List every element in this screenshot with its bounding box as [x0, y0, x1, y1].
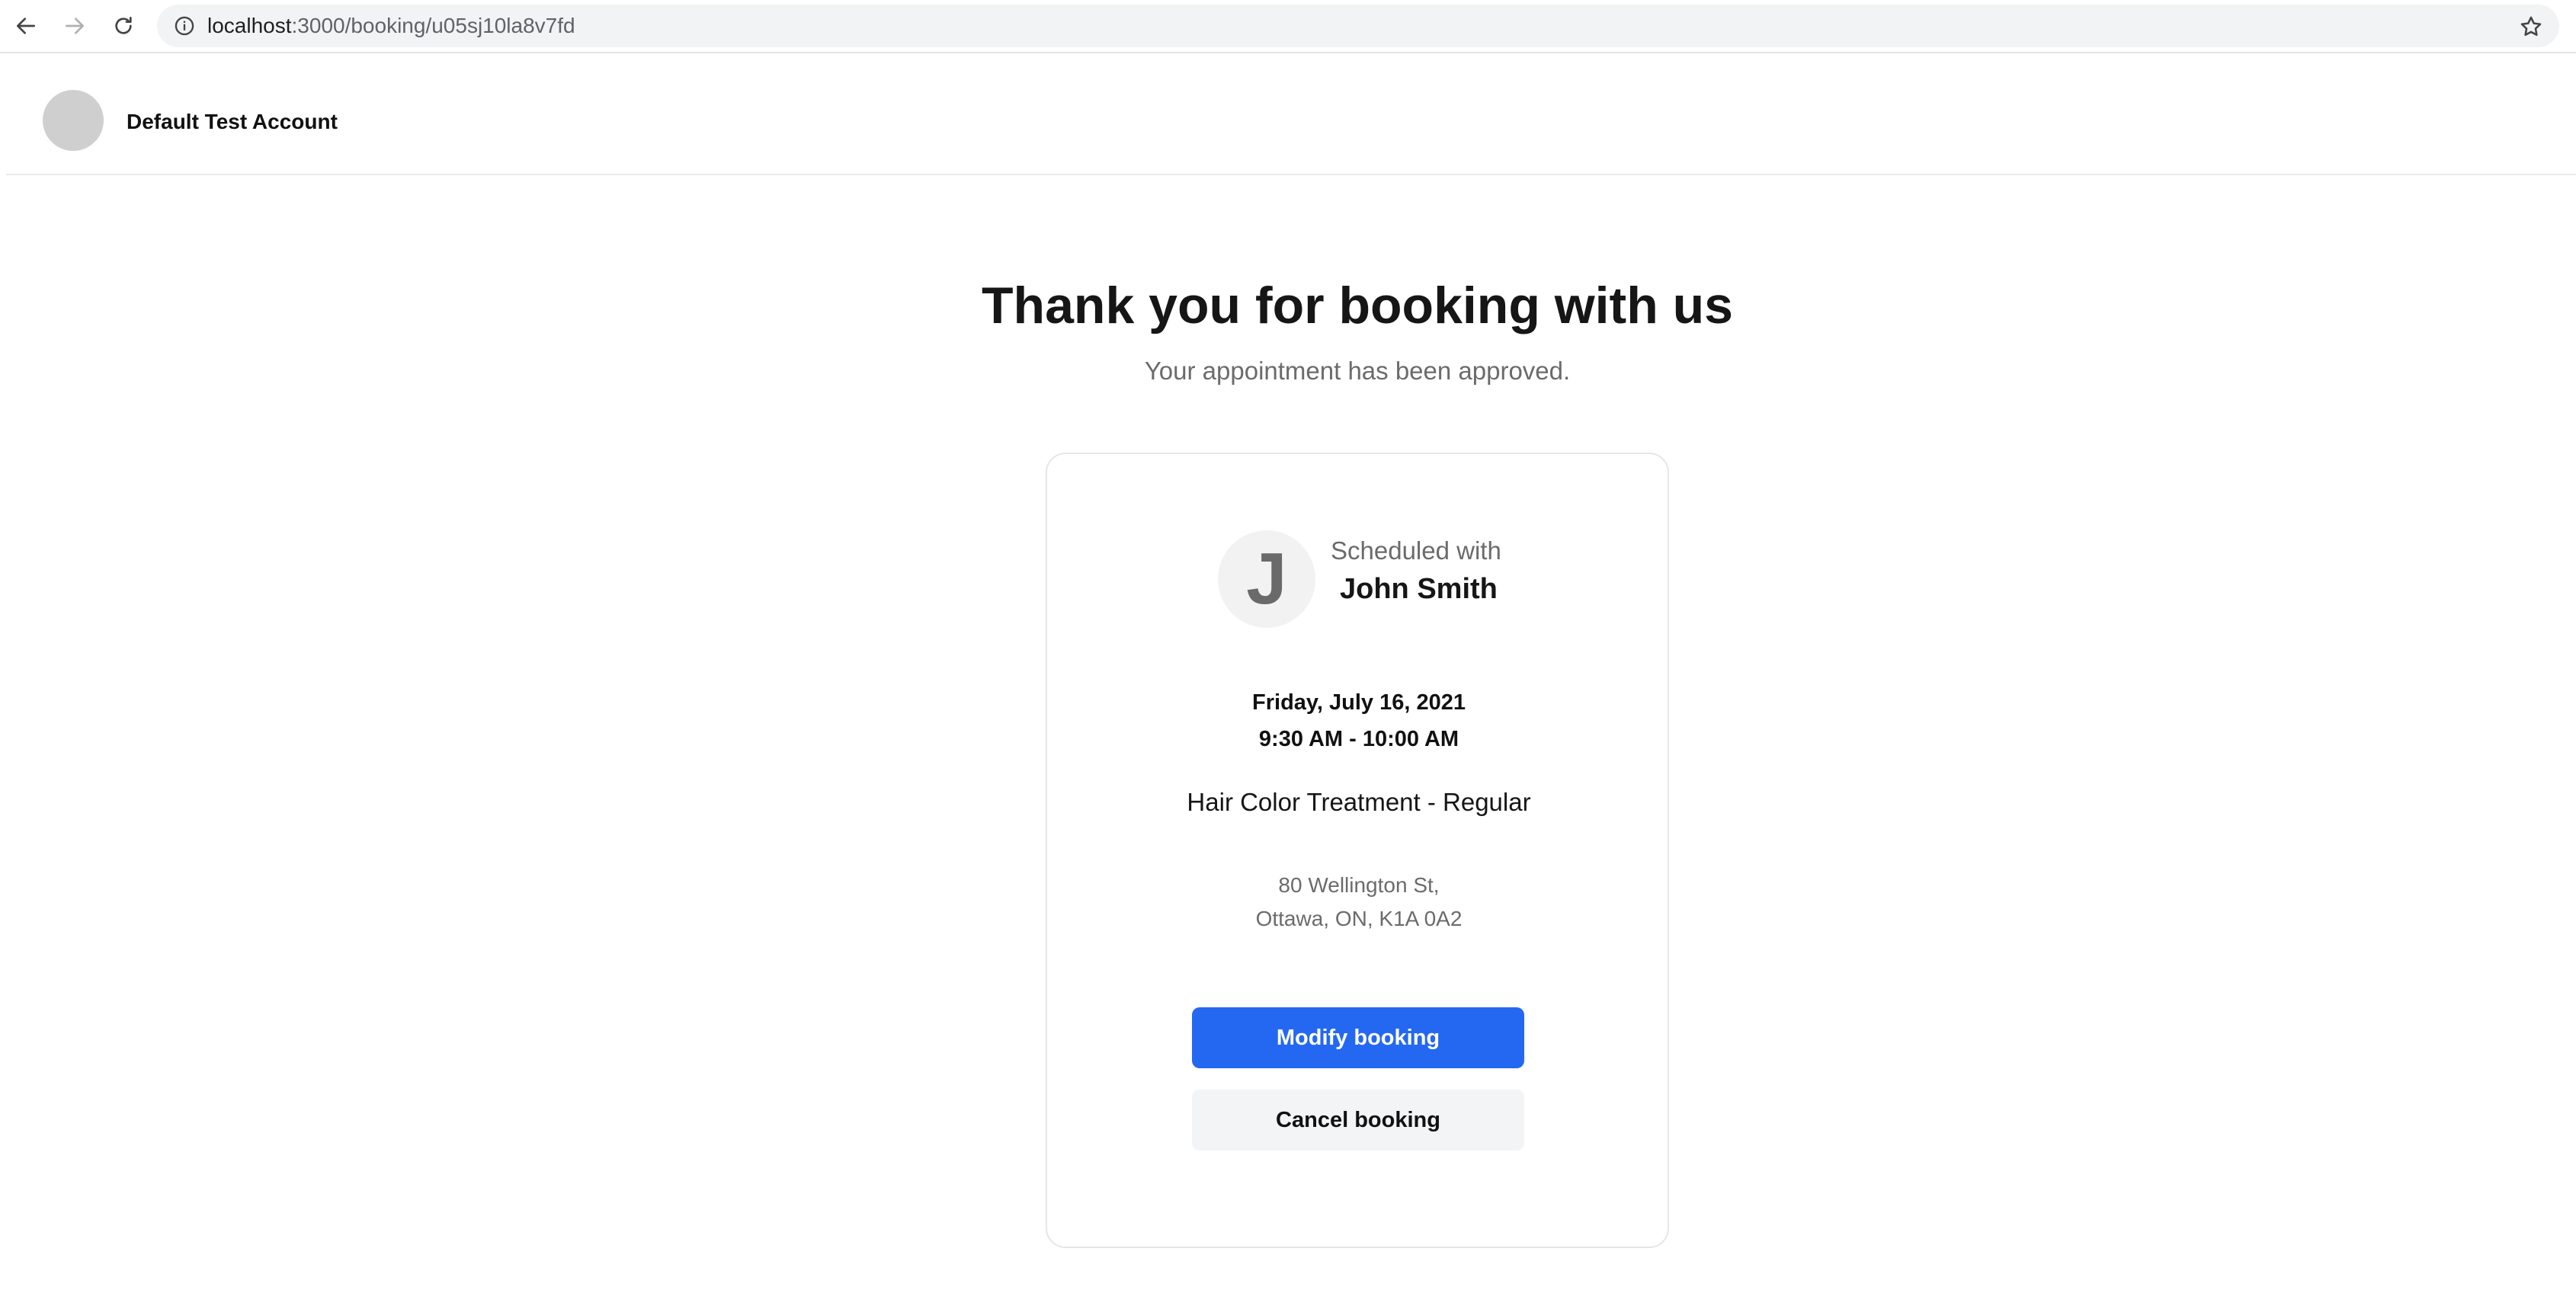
address-line-2: Ottawa, ON, K1A 0A2 [1255, 907, 1463, 930]
star-icon[interactable] [2518, 14, 2544, 40]
back-button[interactable] [9, 9, 43, 43]
modify-booking-button[interactable]: Modify booking [1192, 1007, 1524, 1068]
page-subtitle: Your appointment has been approved. [1144, 357, 1571, 385]
page-title: Thank you for booking with us [982, 277, 1733, 335]
page-header: Default Test Account [6, 55, 2576, 175]
arrow-left-icon [17, 18, 35, 34]
forward-button[interactable] [58, 9, 91, 43]
address-line-1: 80 Wellington St, [1278, 873, 1440, 897]
cancel-booking-button[interactable]: Cancel booking [1192, 1090, 1524, 1151]
reload-button[interactable] [107, 9, 140, 43]
booking-date: Friday, July 16, 2021 [1252, 690, 1466, 715]
scheduled-with-label: Scheduled with [1331, 536, 1501, 565]
host-name: John Smith [1340, 573, 1498, 605]
booking-time: 9:30 AM - 10:00 AM [1258, 727, 1459, 751]
reload-icon [115, 17, 132, 34]
arrow-right-icon [66, 18, 84, 34]
service-name: Hair Color Treatment - Regular [1187, 788, 1531, 816]
account-name: Default Test Account [127, 110, 338, 133]
url-path: :3000/booking/u05sj10la8v7fd [291, 14, 575, 37]
host-avatar: J [1218, 530, 1315, 628]
address-bar[interactable]: localhost:3000/booking/u05sj10la8v7fd [157, 5, 2559, 47]
info-icon[interactable] [174, 15, 195, 37]
browser-toolbar: localhost:3000/booking/u05sj10la8v7fd [0, 0, 2576, 53]
url-text[interactable]: localhost:3000/booking/u05sj10la8v7fd [207, 15, 575, 37]
booking-card: J Scheduled with John Smith Friday, July… [1046, 453, 1669, 1248]
url-host: localhost [207, 14, 292, 37]
account-avatar [43, 90, 104, 151]
